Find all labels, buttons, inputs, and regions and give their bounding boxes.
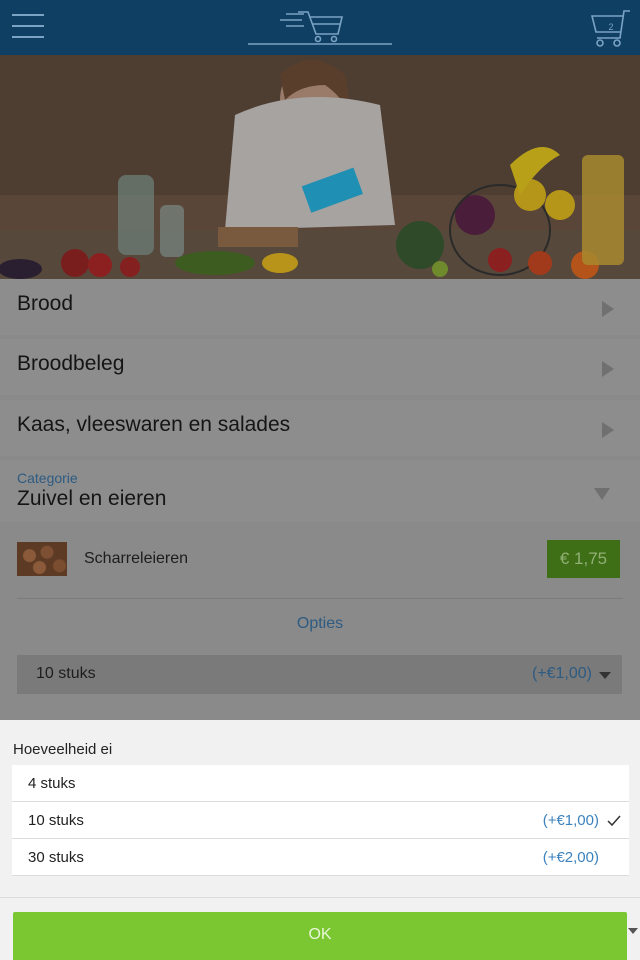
hero-image: [0, 55, 640, 279]
category-label: Brood: [17, 292, 74, 315]
product-panel: Scharreleieren € 1,75 Opties 10 stuks (+…: [0, 522, 640, 720]
shopping-cart-logo-icon[interactable]: [246, 8, 394, 48]
price-button[interactable]: € 1,75: [547, 540, 620, 578]
chevron-right-icon: [602, 301, 614, 317]
category-row-brood[interactable]: Brood: [0, 279, 640, 335]
caret-down-icon: [628, 928, 638, 934]
hamburger-menu-icon[interactable]: [12, 14, 44, 40]
cart-button[interactable]: 2: [588, 8, 632, 48]
cart-count-badge: 2: [608, 22, 614, 32]
chevron-down-icon: [594, 488, 610, 500]
product-name: Scharreleieren: [84, 550, 189, 567]
options-title: Opties: [296, 615, 344, 632]
chevron-right-icon: [602, 422, 614, 438]
category-row-zuivel-open[interactable]: Categorie Zuivel en eieren: [0, 460, 640, 522]
category-small-label: Categorie: [17, 470, 78, 486]
quantity-select[interactable]: 10 stuks (+€1,00): [17, 655, 622, 694]
ok-button[interactable]: OK: [13, 912, 627, 960]
option-4-stuks[interactable]: 4 stuks: [12, 765, 629, 802]
option-10-stuks[interactable]: 10 stuks (+€1,00): [12, 802, 629, 839]
select-value: 10 stuks: [36, 665, 96, 682]
option-30-stuks[interactable]: 30 stuks (+€2,00): [12, 839, 629, 876]
option-label: 10 stuks: [28, 812, 84, 829]
checkmark-icon: [607, 815, 621, 827]
app-header: 2: [0, 0, 640, 55]
option-list: 4 stuks 10 stuks (+€1,00) 30 stuks (+€2,…: [12, 765, 629, 876]
option-label: 4 stuks: [28, 775, 76, 792]
category-label: Zuivel en eieren: [17, 487, 167, 510]
select-extra-price: (+€1,00): [531, 665, 592, 682]
category-row-broodbeleg[interactable]: Broodbeleg: [0, 339, 640, 395]
category-row-kaas[interactable]: Kaas, vleeswaren en salades: [0, 400, 640, 456]
options-bottom-sheet: Hoeveelheid ei 4 stuks 10 stuks (+€1,00)…: [0, 720, 640, 960]
category-label: Kaas, vleeswaren en salades: [17, 413, 291, 436]
category-label: Broodbeleg: [17, 352, 125, 375]
sheet-title: Hoeveelheid ei: [13, 741, 113, 758]
product-thumbnail[interactable]: [17, 542, 67, 576]
chevron-right-icon: [602, 361, 614, 377]
option-extra-price: (+€1,00): [542, 812, 599, 829]
option-extra-price: (+€2,00): [542, 849, 599, 866]
divider: [0, 897, 640, 898]
option-label: 30 stuks: [28, 849, 84, 866]
divider: [17, 598, 623, 599]
caret-down-icon: [599, 672, 611, 679]
